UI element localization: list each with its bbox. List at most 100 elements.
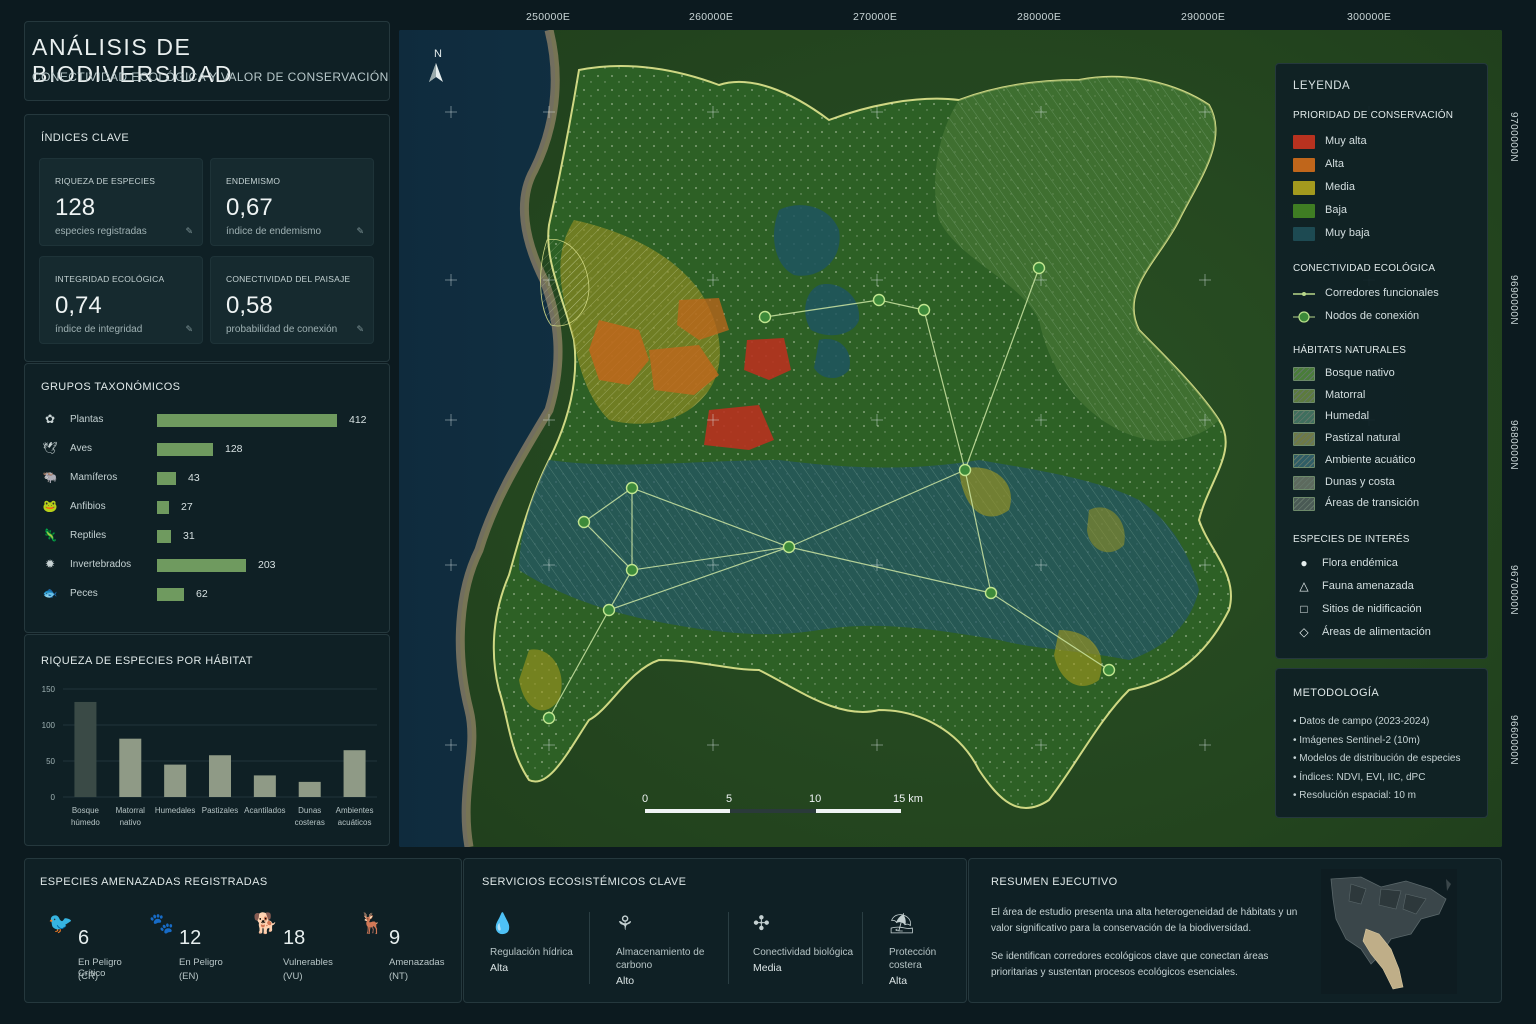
- methodology-title: METODOLOGÍA: [1293, 687, 1380, 699]
- x-tick-label: Matorral: [116, 806, 146, 815]
- connection-node[interactable]: [1032, 261, 1046, 275]
- connection-node[interactable]: [872, 293, 886, 307]
- taxa-row-reptiles[interactable]: 🦎 Reptiles 31: [41, 527, 381, 547]
- summary-paragraph-1: El área de estudio presenta una alta het…: [991, 907, 1298, 934]
- reptile-icon: 🦎: [42, 528, 58, 542]
- threat-item-vu[interactable]: 🐕 18 Vulnerables (VU): [253, 911, 353, 991]
- bar-5[interactable]: [298, 781, 321, 797]
- color-swatch: [1293, 227, 1315, 241]
- bar-6[interactable]: [343, 750, 366, 797]
- x-tick-label: húmedo: [71, 818, 100, 827]
- taxa-row-aves[interactable]: 🕊 Aves 128: [41, 440, 381, 460]
- bar-1[interactable]: [119, 738, 142, 797]
- pencil-icon[interactable]: ✎: [185, 324, 193, 335]
- taxa-row-peces[interactable]: 🐟 Peces 62: [41, 585, 381, 605]
- legend-item-habitat[interactable]: Pastizal natural: [1293, 431, 1483, 447]
- methodology-item: • Resolución espacial: 10 m: [1293, 790, 1417, 801]
- connection-node[interactable]: [577, 515, 591, 529]
- legend-connectivity-title: CONECTIVIDAD ECOLÓGICA: [1293, 263, 1436, 274]
- threat-item-en[interactable]: 🐾 12 En Peligro (EN): [149, 911, 249, 991]
- legend-label: Baja: [1325, 204, 1348, 216]
- legend-item-species[interactable]: ◇ Áreas de alimentación: [1293, 625, 1483, 641]
- eco-item-connectivity[interactable]: ✣ Conectividad biológica Media: [753, 911, 878, 991]
- x-tick-label: Pastizales: [202, 806, 238, 815]
- methodology-item: • Datos de campo (2023-2024): [1293, 716, 1430, 727]
- methodology-text: Resolución espacial: 10 m: [1299, 790, 1417, 801]
- threat-count: 18: [283, 927, 306, 949]
- legend-item-habitat[interactable]: Humedal: [1293, 409, 1483, 425]
- kpi-sub: índice de integridad: [55, 324, 143, 335]
- threatened-species-panel: ESPECIES AMENAZADAS REGISTRADAS 🐦 6 En P…: [24, 858, 462, 1003]
- threat-code: (CR): [78, 971, 99, 982]
- legend-label: Muy alta: [1325, 135, 1367, 147]
- kpi-card-species-richness[interactable]: RIQUEZA DE ESPECIES 128 especies registr…: [39, 158, 203, 246]
- legend-item-habitat[interactable]: Bosque nativo: [1293, 366, 1483, 382]
- legend-item-habitat[interactable]: Ambiente acuático: [1293, 453, 1483, 469]
- eco-item-carbon[interactable]: ⚘ Almacenamiento de carbono Alto: [616, 911, 741, 991]
- hatch-swatch: [1293, 388, 1315, 403]
- eco-level: Media: [753, 962, 782, 974]
- connection-node[interactable]: [958, 463, 972, 477]
- bar-0[interactable]: [74, 701, 97, 797]
- threat-code: (VU): [283, 971, 303, 982]
- divider: [728, 912, 729, 984]
- taxonomic-groups-title: GRUPOS TAXONÓMICOS: [41, 381, 181, 393]
- scale-label-5: 5: [726, 793, 732, 805]
- threat-item-nt[interactable]: 🦌 9 Amenazadas (NT): [359, 911, 459, 991]
- connection-node[interactable]: [602, 603, 616, 617]
- taxa-row-plantas[interactable]: ✿ Plantas 412: [41, 411, 381, 431]
- legend-item-priority[interactable]: Alta: [1293, 157, 1483, 173]
- taxa-name: Reptiles: [70, 530, 107, 541]
- taxa-row-anfibios[interactable]: 🐸 Anfibios 27: [41, 498, 381, 518]
- threat-item-cr[interactable]: 🐦 6 En Peligro Crítico (CR): [48, 911, 148, 991]
- pencil-icon[interactable]: ✎: [185, 226, 193, 237]
- legend-item-habitat[interactable]: Áreas de transición: [1293, 496, 1483, 512]
- connection-node[interactable]: [625, 563, 639, 577]
- legend-item-priority[interactable]: Muy alta: [1293, 134, 1483, 150]
- eco-name: Regulación hídrica: [490, 947, 573, 958]
- bar-3[interactable]: [209, 755, 231, 797]
- hatch-swatch: [1293, 497, 1315, 512]
- taxa-row-invertebrados[interactable]: ✹ Invertebrados 203: [41, 556, 381, 576]
- taxa-row-mamíferos[interactable]: 🐃 Mamíferos 43: [41, 469, 381, 489]
- methodology-item: • Imágenes Sentinel-2 (10m): [1293, 734, 1420, 746]
- bar-4[interactable]: [253, 775, 276, 797]
- legend-item-habitat[interactable]: Matorral: [1293, 388, 1483, 404]
- pencil-icon[interactable]: ✎: [356, 226, 364, 237]
- connection-node[interactable]: [917, 303, 931, 317]
- northing-label: 9700000N: [1508, 112, 1519, 163]
- legend-item-species[interactable]: ● Flora endémica: [1293, 556, 1483, 572]
- eco-name: Conectividad biológica: [753, 947, 854, 958]
- connection-node[interactable]: [1102, 663, 1116, 677]
- legend-item-priority[interactable]: Media: [1293, 180, 1483, 196]
- y-tick-label: 150: [42, 685, 56, 694]
- key-indices-title: ÍNDICES CLAVE: [41, 132, 130, 144]
- connection-node[interactable]: [782, 540, 796, 554]
- legend-label: Media: [1325, 181, 1355, 193]
- kpi-card-landscape-connectivity[interactable]: CONECTIVIDAD DEL PAISAJE 0,58 probabilid…: [210, 256, 374, 344]
- legend-item-species[interactable]: □ Sitios de nidificación: [1293, 602, 1483, 618]
- connection-node[interactable]: [758, 310, 772, 324]
- connection-node[interactable]: [625, 481, 639, 495]
- pencil-icon[interactable]: ✎: [356, 324, 364, 335]
- x-tick-label: Acantilados: [244, 806, 285, 815]
- taxa-count: 412: [349, 414, 367, 426]
- connection-node[interactable]: [542, 711, 556, 725]
- legend-item-priority[interactable]: Muy baja: [1293, 226, 1483, 242]
- x-tick-label: acuáticos: [338, 818, 372, 827]
- bar-2[interactable]: [164, 764, 187, 797]
- legend-item-corridors[interactable]: Corredores funcionales: [1293, 286, 1483, 302]
- kpi-card-endemism[interactable]: ENDEMISMO 0,67 índice de endemismo ✎: [210, 158, 374, 246]
- connection-node[interactable]: [984, 586, 998, 600]
- legend-item-species[interactable]: △ Fauna amenazada: [1293, 579, 1483, 595]
- eco-item-water[interactable]: 💧 Regulación hídrica Alta: [490, 911, 615, 991]
- legend-item-habitat[interactable]: Dunas y costa: [1293, 475, 1483, 491]
- kpi-card-ecological-integrity[interactable]: INTEGRIDAD ECOLÓGICA 0,74 índice de inte…: [39, 256, 203, 344]
- x-tick-label: Dunas: [298, 806, 321, 815]
- legend-title: LEYENDA: [1293, 80, 1351, 92]
- carbon-icon: ⚘: [616, 913, 634, 935]
- legend-item-priority[interactable]: Baja: [1293, 203, 1483, 219]
- circle-icon: ●: [1300, 556, 1308, 570]
- legend-priority-title: PRIORIDAD DE CONSERVACIÓN: [1293, 110, 1454, 121]
- legend-item-nodes[interactable]: Nodos de conexión: [1293, 309, 1483, 325]
